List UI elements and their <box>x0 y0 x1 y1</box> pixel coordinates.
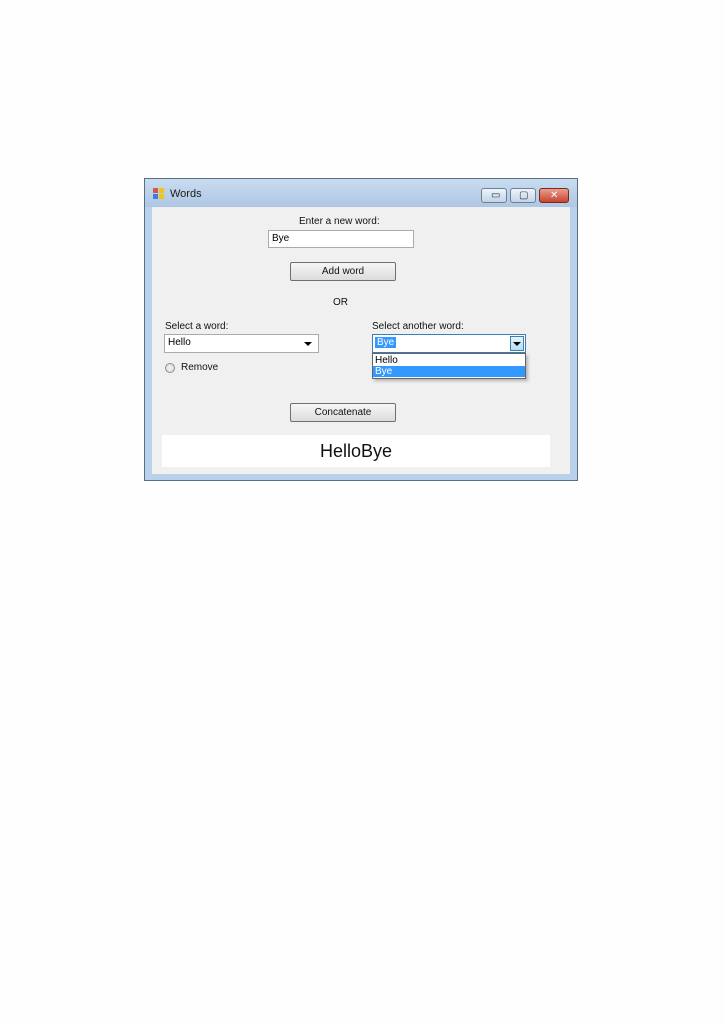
select-another-word-combobox[interactable]: Bye <box>372 334 526 353</box>
maximize-icon: ▢ <box>519 190 529 201</box>
window-title: Words <box>170 188 202 200</box>
maximize-button[interactable]: ▢ <box>510 188 536 203</box>
dropdown-button[interactable] <box>510 336 524 351</box>
select-another-word-value: Bye <box>375 337 397 348</box>
dropdown-option-bye[interactable]: Bye <box>373 366 525 377</box>
new-word-label: Enter a new word: <box>299 216 380 227</box>
remove-radio[interactable] <box>165 363 175 373</box>
select-another-word-label: Select another word: <box>372 321 464 332</box>
title-bar[interactable]: Words ▭ ▢ ✕ <box>145 179 577 207</box>
words-window: Words ▭ ▢ ✕ Enter a new word: Bye Add wo… <box>144 178 578 481</box>
new-word-input[interactable]: Bye <box>268 230 414 248</box>
new-word-input-value: Bye <box>272 233 290 244</box>
minimize-button[interactable]: ▭ <box>481 188 507 203</box>
form-client-area: Enter a new word: Bye Add word OR Select… <box>152 207 570 474</box>
close-button[interactable]: ✕ <box>539 188 569 203</box>
minimize-icon: ▭ <box>491 190 501 201</box>
remove-label: Remove <box>181 362 219 373</box>
concatenate-button[interactable]: Concatenate <box>290 403 396 422</box>
chevron-down-icon <box>304 342 312 346</box>
dropdown-list: Hello Bye <box>372 353 526 379</box>
app-form-icon <box>153 188 164 199</box>
select-word-combobox[interactable]: Hello <box>164 334 319 353</box>
dropdown-option-hello[interactable]: Hello <box>373 355 525 366</box>
add-word-button[interactable]: Add word <box>290 262 396 281</box>
close-icon: ✕ <box>550 190 559 201</box>
select-word-label: Select a word: <box>165 321 229 332</box>
select-word-value: Hello <box>168 337 191 348</box>
or-label: OR <box>333 297 348 308</box>
chevron-down-icon <box>513 342 521 346</box>
result-display: HelloBye <box>162 435 550 467</box>
